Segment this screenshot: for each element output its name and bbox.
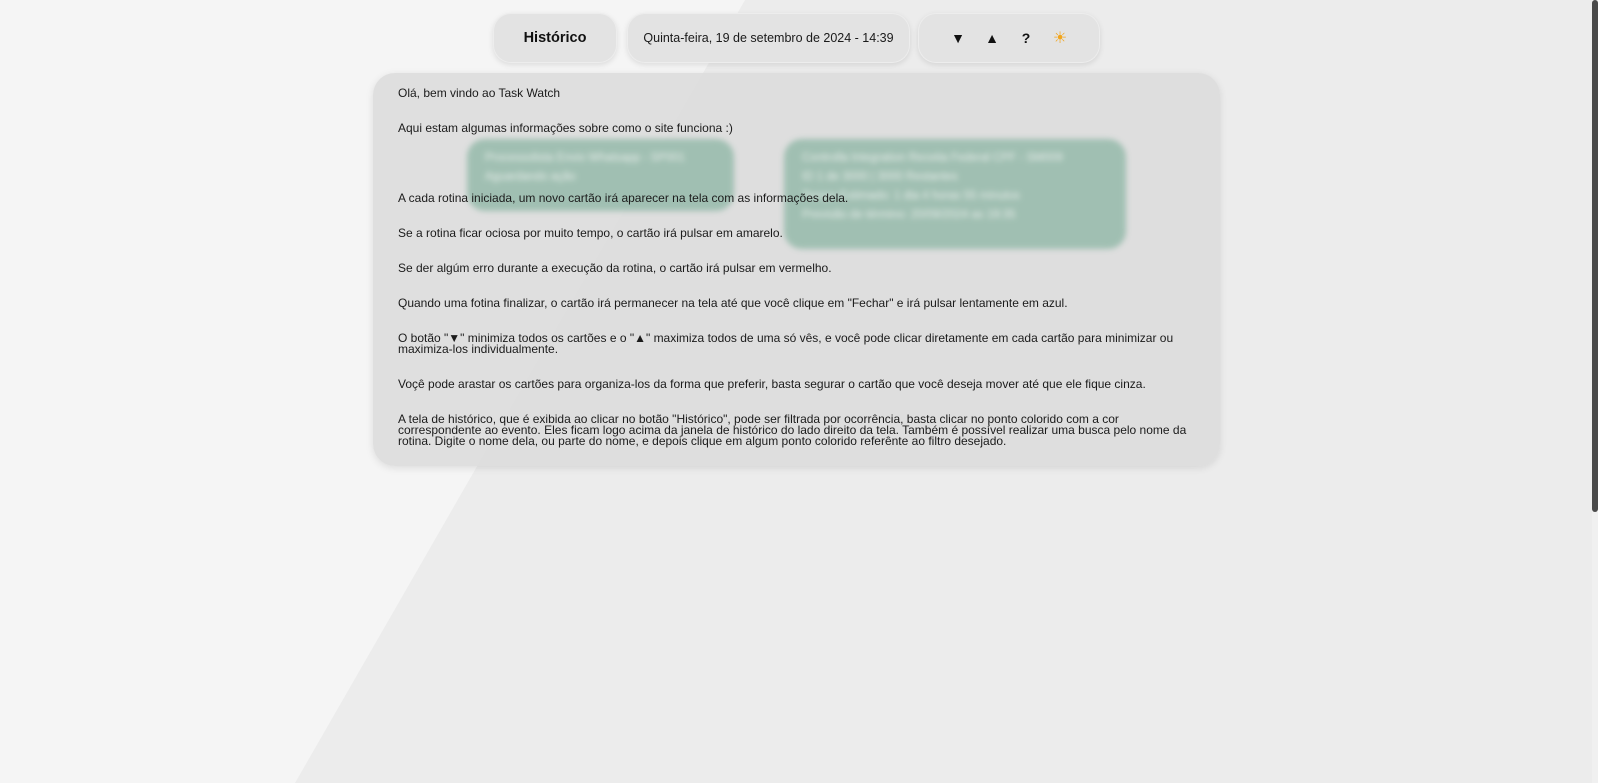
question-icon: ? <box>1021 30 1031 46</box>
help-paragraph-new-card: A cada rotina iniciada, um novo cartão i… <box>398 191 849 205</box>
page-scrollbar-thumb[interactable] <box>1592 0 1598 512</box>
history-button[interactable]: Histórico <box>493 13 617 63</box>
help-paragraph-error: Se der algúm erro durante a execução da … <box>398 261 832 275</box>
triangle-down-icon: ▼ <box>951 30 965 46</box>
help-panel: Processolista Envio Whatsapp - SP001 Agu… <box>373 73 1220 466</box>
help-paragraph-welcome: Olá, bem vindo ao Task Watch <box>398 86 561 100</box>
theme-toggle-button[interactable]: ☀ <box>1043 21 1077 55</box>
top-bar: Histórico Quinta-feira, 19 de setembro d… <box>0 13 1598 65</box>
help-paragraph-history: A tela de histórico, que é exibida ao cl… <box>398 412 1187 448</box>
help-paragraph-intro: Aqui estam algumas informações sobre com… <box>398 121 733 135</box>
maximize-all-button[interactable]: ▲ <box>975 21 1009 55</box>
card-controls: ▼ ▲ ? ☀ <box>918 13 1100 63</box>
help-paragraph-finished: Quando uma fotina finalizar, o cartão ir… <box>398 296 1068 310</box>
help-text: Olá, bem vindo ao Task Watch Aqui estam … <box>398 86 1198 448</box>
help-paragraph-drag: Voçê pode arastar os cartões para organi… <box>398 377 1146 391</box>
help-button[interactable]: ? <box>1009 21 1043 55</box>
page-scrollbar[interactable] <box>1592 0 1598 783</box>
help-paragraph-minimize: O botão "▼" minimiza todos os cartões e … <box>398 331 1174 356</box>
current-datetime: Quinta-feira, 19 de setembro de 2024 - 1… <box>627 13 910 63</box>
minimize-all-button[interactable]: ▼ <box>941 21 975 55</box>
help-paragraph-idle: Se a rotina ficar ociosa por muito tempo… <box>398 226 783 240</box>
sun-icon: ☀ <box>1052 30 1068 47</box>
triangle-up-icon: ▲ <box>985 30 999 46</box>
